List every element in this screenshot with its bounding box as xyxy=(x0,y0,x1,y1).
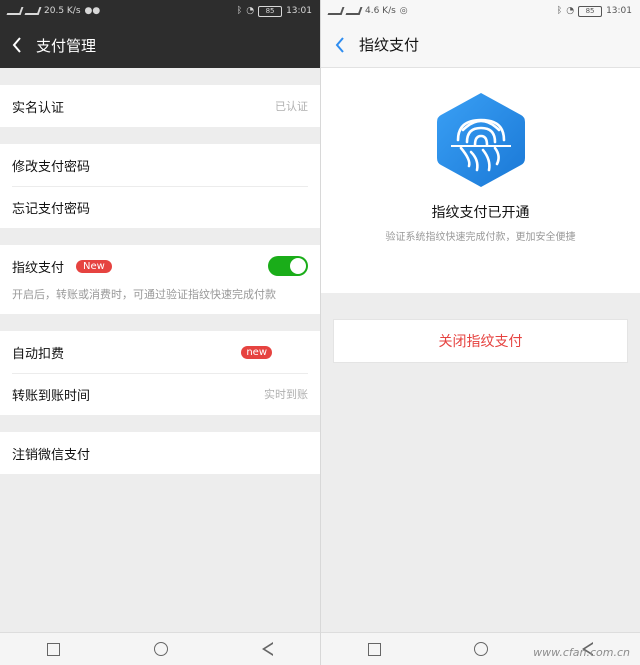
fingerprint-payment-screen: 4.6 K/s ◎ ᛒ ◔ 85 13:01 指纹支付 指纹支付已开通 验证系统… xyxy=(320,0,640,665)
status-bar: 4.6 K/s ◎ ᛒ ◔ 85 13:01 xyxy=(321,0,640,22)
new-badge: New xyxy=(76,259,112,273)
status-time: 13:01 xyxy=(606,6,632,16)
recent-apps-icon[interactable] xyxy=(47,642,60,656)
fingerprint-group: 指纹支付 New 开启后，转账或消费时，可通过验证指纹快速完成付款 xyxy=(0,245,320,314)
back-icon[interactable] xyxy=(335,35,349,55)
status-time: 13:01 xyxy=(286,6,312,16)
auto-deduct-label: 自动扣费 xyxy=(12,346,65,362)
fingerprint-toggle[interactable] xyxy=(268,256,308,276)
forgot-password-row[interactable]: 忘记支付密码 xyxy=(0,186,320,228)
signal-icon xyxy=(327,7,345,15)
bluetooth-icon: ᛒ xyxy=(556,6,563,16)
fingerprint-description: 开启后，转账或消费时，可通过验证指纹快速完成付款 xyxy=(0,287,320,314)
page-title: 支付管理 xyxy=(36,36,97,55)
signal-icon xyxy=(345,7,363,15)
cancel-wechat-pay-row[interactable]: 注销微信支付 xyxy=(0,432,320,474)
transfer-time-label: 转账到账时间 xyxy=(12,388,91,404)
fingerprint-row: 指纹支付 New xyxy=(0,245,320,287)
network-speed: 20.5 K/s xyxy=(44,6,81,16)
fingerprint-enabled-title: 指纹支付已开通 xyxy=(431,205,530,221)
transfer-time-row[interactable]: 转账到账时间 实时到账 xyxy=(0,373,320,415)
bluetooth-icon: ᛒ xyxy=(236,6,243,16)
recent-apps-icon[interactable] xyxy=(367,642,381,656)
page-title: 指纹支付 xyxy=(359,36,420,54)
battery-icon: 85 xyxy=(258,5,283,17)
realname-label: 实名认证 xyxy=(12,100,65,116)
deduct-group: 自动扣费 new 转账到账时间 实时到账 xyxy=(0,331,320,415)
password-group: 修改支付密码 忘记支付密码 xyxy=(0,144,320,228)
home-icon[interactable] xyxy=(474,642,489,656)
speed-icon: ◔ xyxy=(246,6,255,16)
change-password-label: 修改支付密码 xyxy=(12,159,91,175)
signal-icon xyxy=(24,7,42,15)
change-password-row[interactable]: 修改支付密码 xyxy=(0,144,320,186)
realname-status: 已认证 xyxy=(275,100,308,113)
realname-group: 实名认证 已认证 xyxy=(0,85,320,127)
new-badge: new xyxy=(241,345,272,359)
cancel-group: 注销微信支付 xyxy=(0,432,320,474)
payment-management-screen: 20.5 K/s ●● ᛒ ◔ 85 13:01 支付管理 实名认证 已认证 修… xyxy=(0,0,320,665)
back-icon[interactable] xyxy=(12,35,26,55)
signal-icon xyxy=(6,7,24,15)
system-nav-bar xyxy=(0,632,320,665)
transfer-time-value: 实时到账 xyxy=(264,388,308,401)
title-bar: 支付管理 xyxy=(0,22,320,68)
close-fingerprint-button[interactable]: 关闭指纹支付 xyxy=(333,319,628,363)
realname-row[interactable]: 实名认证 已认证 xyxy=(0,85,320,127)
back-nav-icon[interactable] xyxy=(262,642,273,656)
cancel-wechat-pay-label: 注销微信支付 xyxy=(12,447,91,463)
network-speed: 4.6 K/s xyxy=(365,6,396,16)
speed-icon: ◔ xyxy=(566,6,575,16)
home-icon[interactable] xyxy=(154,642,168,656)
fingerprint-label: 指纹支付 xyxy=(12,260,65,276)
toggle-knob xyxy=(290,258,306,274)
auto-deduct-row[interactable]: 自动扣费 new xyxy=(0,331,320,373)
fingerprint-enabled-subtitle: 验证系统指纹快速完成付款，更加安全便捷 xyxy=(385,232,576,243)
battery-icon: 85 xyxy=(578,5,603,17)
title-bar: 指纹支付 xyxy=(321,22,640,68)
fingerprint-icon xyxy=(436,93,525,187)
status-bar: 20.5 K/s ●● ᛒ ◔ 85 13:01 xyxy=(0,0,320,22)
fingerprint-status-area: 指纹支付已开通 验证系统指纹快速完成付款，更加安全便捷 xyxy=(321,68,640,293)
notification-icon: ◎ xyxy=(399,6,408,16)
watermark: www.cfan.com.cn xyxy=(533,646,630,659)
forgot-password-label: 忘记支付密码 xyxy=(12,201,91,217)
wechat-icon: ●● xyxy=(84,6,101,16)
